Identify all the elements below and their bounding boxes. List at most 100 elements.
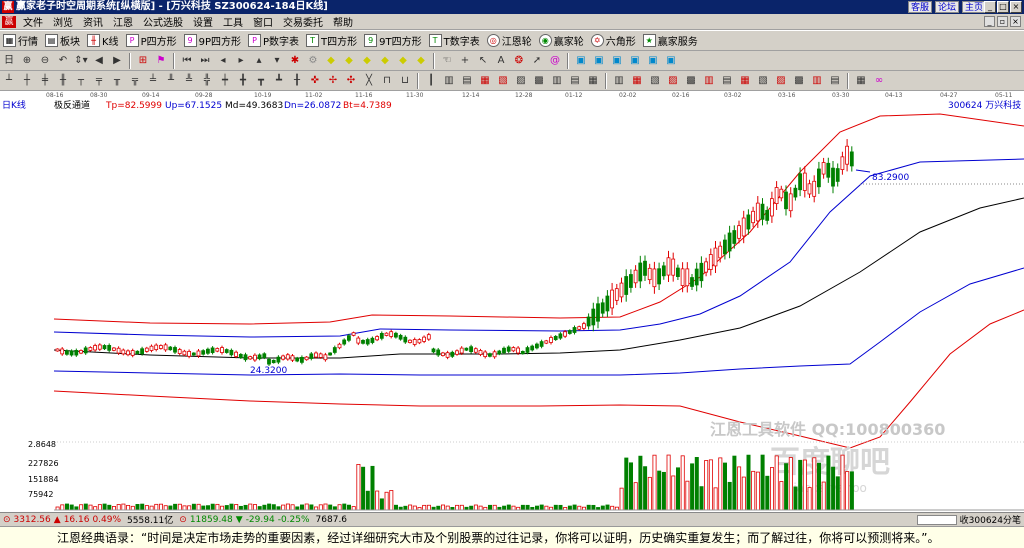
menu-help[interactable]: 帮助 [328, 14, 358, 29]
draw-37-icon[interactable]: ▨ [666, 74, 680, 88]
draw-4-icon[interactable]: ╫ [56, 74, 70, 88]
btn-p-number[interactable]: P P数字表 [245, 33, 303, 49]
chart-area[interactable]: 08-16 08-30 09-14 09-28 10-19 11-02 11-16 11-30… [0, 92, 1024, 512]
mdi-minimize-icon[interactable]: _ [984, 16, 995, 27]
cycle-tool-icon[interactable]: ⊞ [136, 54, 150, 68]
draw-14-icon[interactable]: ╋ [236, 74, 250, 88]
draw-10-icon[interactable]: ╨ [164, 74, 178, 88]
draw-45-icon[interactable]: ▥ [810, 74, 824, 88]
diamond-1-icon[interactable]: ◆ [324, 54, 338, 68]
draw-43-icon[interactable]: ▨ [774, 74, 788, 88]
draw-26-icon[interactable]: ▤ [460, 74, 474, 88]
draw-30-icon[interactable]: ▩ [532, 74, 546, 88]
draw-12-icon[interactable]: ╬ [200, 74, 214, 88]
draw-38-icon[interactable]: ▩ [684, 74, 698, 88]
diamond-5-icon[interactable]: ◆ [396, 54, 410, 68]
hand-icon[interactable]: ☜ [440, 54, 454, 68]
up-icon[interactable]: ▴ [252, 54, 266, 68]
draw-36-icon[interactable]: ▧ [648, 74, 662, 88]
spiral-icon[interactable]: @ [548, 54, 562, 68]
sz-index-icon[interactable]: ⊙ [176, 515, 190, 525]
draw-29-icon[interactable]: ▨ [514, 74, 528, 88]
draw-1-icon[interactable]: ┴ [2, 74, 16, 88]
draw-19-icon[interactable]: ✢ [326, 74, 340, 88]
draw-33-icon[interactable]: ▦ [586, 74, 600, 88]
menu-file[interactable]: 文件 [18, 14, 48, 29]
btn-hexagon[interactable]: ✡ 六角形 [588, 33, 640, 49]
up-down-icon[interactable]: ⇕▾ [74, 54, 88, 68]
draw-21-icon[interactable]: ╳ [362, 74, 376, 88]
crosshair-icon[interactable]: + [458, 54, 472, 68]
btn-gann-wheel[interactable]: ◎ 江恩轮 [484, 33, 536, 49]
minimize-button[interactable]: _ [984, 1, 996, 13]
draw-2-icon[interactable]: ┼ [20, 74, 34, 88]
mdi-restore-icon[interactable]: ▫ [997, 16, 1008, 27]
btn-kline[interactable]: ╫ K线 [84, 33, 123, 49]
draw-25-icon[interactable]: ▥ [442, 74, 456, 88]
btn-sectors[interactable]: ▤ 板块 [42, 33, 84, 49]
draw-20-icon[interactable]: ✣ [344, 74, 358, 88]
zoom-in-icon[interactable]: ⊕ [20, 54, 34, 68]
calc-icon[interactable]: ▦ [854, 74, 868, 88]
draw-13-icon[interactable]: ┿ [218, 74, 232, 88]
next-icon[interactable]: ▸ [234, 54, 248, 68]
panel-5-icon[interactable]: ▣ [646, 54, 660, 68]
draw-22-icon[interactable]: ⊓ [380, 74, 394, 88]
btn-quotes[interactable]: ▦ 行情 [0, 33, 42, 49]
btn-t-square[interactable]: T T四方形 [303, 33, 361, 49]
panel-2-icon[interactable]: ▣ [592, 54, 606, 68]
menu-logo-icon[interactable]: 赢 [2, 15, 16, 28]
prev-icon[interactable]: ◂ [216, 54, 230, 68]
menu-trade[interactable]: 交易委托 [278, 14, 328, 29]
draw-40-icon[interactable]: ▤ [720, 74, 734, 88]
menu-window[interactable]: 窗口 [248, 14, 278, 29]
draw-9-icon[interactable]: ╧ [146, 74, 160, 88]
draw-32-icon[interactable]: ▤ [568, 74, 582, 88]
kline-chart[interactable]: 83.290024.3200江恩工具软件 QQ:100800360百度聊吧lia… [0, 92, 1024, 512]
draw-17-icon[interactable]: ╂ [290, 74, 304, 88]
flag-icon[interactable]: ⚑ [154, 54, 168, 68]
right-icon[interactable]: ▶ [110, 54, 124, 68]
undo-icon[interactable]: ↶ [56, 54, 70, 68]
draw-28-icon[interactable]: ▧ [496, 74, 510, 88]
draw-24-icon[interactable]: ┃ [424, 74, 438, 88]
draw-41-icon[interactable]: ▦ [738, 74, 752, 88]
app-icon[interactable]: 赢 [2, 1, 14, 13]
menu-info[interactable]: 资讯 [78, 14, 108, 29]
link-home[interactable]: 主页 [962, 1, 987, 13]
diamond-4-icon[interactable]: ◆ [378, 54, 392, 68]
panel-6-icon[interactable]: ▣ [664, 54, 678, 68]
first-icon[interactable]: ⏮ [180, 54, 194, 68]
diamond-6-icon[interactable]: ◆ [414, 54, 428, 68]
draw-42-icon[interactable]: ▧ [756, 74, 770, 88]
draw-3-icon[interactable]: ╪ [38, 74, 52, 88]
btn-9t-square[interactable]: 9 9T四方形 [361, 33, 425, 49]
draw-44-icon[interactable]: ▩ [792, 74, 806, 88]
diamond-2-icon[interactable]: ◆ [342, 54, 356, 68]
btn-t-number[interactable]: T T数字表 [426, 33, 484, 49]
dial-icon[interactable]: ⚙ [306, 54, 320, 68]
draw-35-icon[interactable]: ▦ [630, 74, 644, 88]
mdi-close-icon[interactable]: × [1010, 16, 1021, 27]
menu-browse[interactable]: 浏览 [48, 14, 78, 29]
draw-18-icon[interactable]: ✜ [308, 74, 322, 88]
sh-index-icon[interactable]: ⊙ [0, 515, 14, 525]
text-tool-icon[interactable]: A [494, 54, 508, 68]
btn-service[interactable]: ★ 赢家服务 [640, 33, 702, 49]
draw-46-icon[interactable]: ▤ [828, 74, 842, 88]
btn-p-square[interactable]: P P四方形 [123, 33, 181, 49]
zoom-out-icon[interactable]: ⊖ [38, 54, 52, 68]
draw-15-icon[interactable]: ┳ [254, 74, 268, 88]
pointer-icon[interactable]: ↖ [476, 54, 490, 68]
draw-23-icon[interactable]: ⊔ [398, 74, 412, 88]
btn-winner-wheel[interactable]: ◉ 赢家轮 [536, 33, 588, 49]
panel-4-icon[interactable]: ▣ [628, 54, 642, 68]
close-button[interactable]: × [1010, 1, 1022, 13]
panel-1-icon[interactable]: ▣ [574, 54, 588, 68]
left-icon[interactable]: ◀ [92, 54, 106, 68]
panel-3-icon[interactable]: ▣ [610, 54, 624, 68]
link-forum[interactable]: 论坛 [935, 1, 960, 13]
menu-settings[interactable]: 设置 [188, 14, 218, 29]
menu-formula[interactable]: 公式选股 [138, 14, 188, 29]
link-support[interactable]: 客服 [908, 1, 933, 13]
